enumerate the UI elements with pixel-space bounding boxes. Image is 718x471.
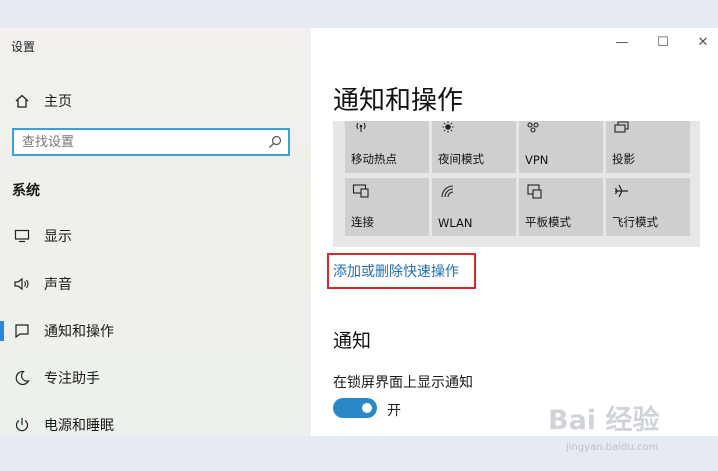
search-icon[interactable]	[268, 135, 282, 149]
lock-screen-notify-toggle[interactable]	[333, 398, 377, 418]
section-title: 系统	[12, 183, 40, 199]
project-icon	[614, 121, 629, 133]
search-input[interactable]	[22, 133, 262, 151]
edit-quick-actions-link[interactable]: 添加或删除快速操作	[333, 261, 459, 281]
sidebar-item-label: 通知和操作	[44, 324, 114, 340]
quick-action-vpn[interactable]: VPN	[519, 121, 603, 173]
maximize-button[interactable]: ☐	[652, 33, 674, 51]
page-title: 通知和操作	[333, 86, 464, 116]
moon-icon	[12, 369, 32, 387]
sidebar-item-label: 电源和睡眠	[44, 418, 114, 434]
vpn-icon	[527, 122, 539, 133]
sidebar-item-sound[interactable]: 声音	[12, 273, 72, 295]
watermark-url: jingyan.baidu.com	[566, 442, 659, 453]
quick-action-label: WLAN	[438, 216, 473, 230]
home-icon	[12, 92, 32, 110]
quick-action-label: 投影	[612, 152, 635, 166]
airplane-icon	[614, 184, 628, 198]
wifi-icon	[441, 185, 454, 198]
tablet-mode-icon	[527, 184, 542, 199]
quick-actions-panel: 移动热点 夜间模式 VPN 投影 连接 WLAN 平板模式 飞行模式	[333, 121, 700, 247]
sidebar-item-notifications[interactable]: 通知和操作	[0, 320, 114, 342]
main-content: — ☐ ✕ 通知和操作 移动热点 夜间模式 VPN 投影 连接 WLAN 平板模…	[311, 28, 718, 436]
settings-window: 设置 主页 系统 显示 声音	[0, 28, 718, 436]
sidebar-item-power-sleep[interactable]: 电源和睡眠	[12, 414, 114, 436]
sidebar-item-focus-assist[interactable]: 专注助手	[12, 367, 100, 389]
toggle-state-label: 开	[387, 403, 401, 419]
speaker-icon	[12, 275, 32, 293]
quick-action-airplane-mode[interactable]: 飞行模式	[606, 178, 690, 236]
close-button[interactable]: ✕	[692, 33, 714, 51]
close-icon: ✕	[697, 34, 709, 50]
hotspot-icon	[356, 122, 366, 132]
sidebar-item-label: 专注助手	[44, 371, 100, 387]
lock-screen-notify-label: 在锁屏界面上显示通知	[333, 375, 473, 391]
search-box[interactable]	[12, 128, 290, 156]
quick-action-label: 飞行模式	[612, 215, 658, 229]
toggle-knob	[362, 403, 372, 413]
quick-action-project[interactable]: 投影	[606, 121, 690, 173]
sidebar-item-label: 显示	[44, 229, 72, 245]
sidebar: 设置 主页 系统 显示 声音	[0, 28, 311, 436]
watermark-logo: Bai 经验	[548, 405, 660, 436]
sidebar-item-label: 主页	[44, 94, 72, 110]
notifications-section-title: 通知	[333, 330, 372, 352]
quick-action-label: 移动热点	[351, 152, 397, 166]
maximize-icon: ☐	[657, 34, 669, 50]
quick-action-night-light[interactable]: 夜间模式	[432, 121, 516, 173]
app-title: 设置	[11, 40, 36, 54]
quick-action-mobile-hotspot[interactable]: 移动热点	[345, 121, 429, 173]
notification-icon	[12, 322, 32, 340]
minimize-button[interactable]: —	[611, 33, 633, 51]
quick-action-tablet-mode[interactable]: 平板模式	[519, 178, 603, 236]
quick-action-wlan[interactable]: WLAN	[432, 178, 516, 236]
brightness-icon	[442, 121, 454, 133]
quick-action-label: 夜间模式	[438, 152, 484, 166]
quick-action-label: VPN	[525, 153, 549, 167]
monitor-icon	[12, 227, 32, 245]
minimize-icon: —	[615, 34, 629, 50]
quick-action-label: 平板模式	[525, 215, 571, 229]
sidebar-item-home[interactable]: 主页	[12, 91, 72, 111]
quick-action-label: 连接	[351, 215, 374, 229]
sidebar-item-display[interactable]: 显示	[12, 225, 72, 247]
sidebar-item-label: 声音	[44, 277, 72, 293]
power-icon	[12, 416, 32, 434]
connect-icon	[352, 184, 369, 198]
quick-action-connect[interactable]: 连接	[345, 178, 429, 236]
